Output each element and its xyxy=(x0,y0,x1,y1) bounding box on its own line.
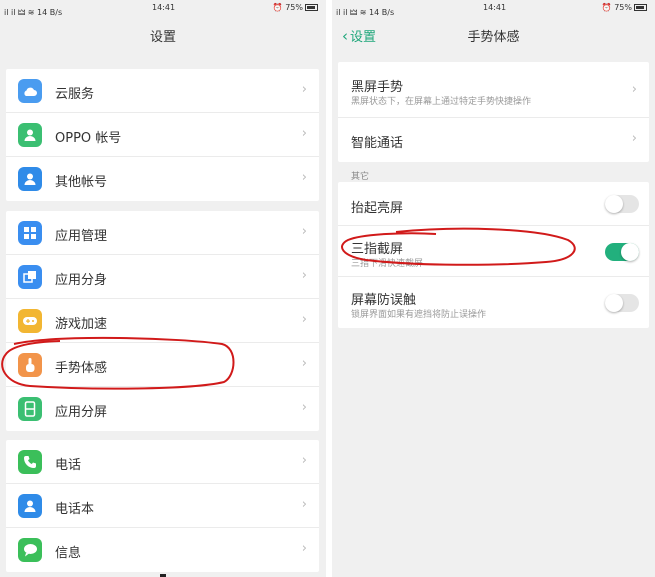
settings-item-app-clone[interactable]: 应用分身 › xyxy=(6,255,319,299)
page-title: 手势体感 xyxy=(467,30,520,45)
settings-item-oppo-account[interactable]: OPPO 帐号 › xyxy=(6,113,319,157)
setting-three-finger-screenshot[interactable]: 三指截屏 三指下滑快速截屏 xyxy=(338,226,649,277)
settings-item-split-screen[interactable]: 应用分屏 › xyxy=(6,387,319,431)
cloud-icon xyxy=(18,79,42,103)
settings-group-accounts: 云服务 › OPPO 帐号 › 其他帐号 › xyxy=(6,69,319,201)
settings-item-app-management[interactable]: 应用管理 › xyxy=(6,211,319,255)
battery-icon xyxy=(305,4,318,11)
account-icon xyxy=(18,167,42,191)
alarm-icon: ⏰ xyxy=(272,3,283,12)
gesture-group-other: 抬起亮屏 三指截屏 三指下滑快速截屏 屏幕防误触 锁屏界面如果有遮挡将防止误操作 xyxy=(338,182,649,328)
setting-raise-to-wake[interactable]: 抬起亮屏 xyxy=(338,182,649,226)
alarm-icon: ⏰ xyxy=(601,3,612,12)
app-grid-icon xyxy=(18,221,42,245)
battery-icon xyxy=(634,4,647,11)
toggle-knob xyxy=(605,195,623,213)
settings-group-apps: 应用管理 › 应用分身 › 游戏加速 › 手势体感 › 应用分屏 › xyxy=(6,211,319,431)
settings-item-game-boost[interactable]: 游戏加速 › xyxy=(6,299,319,343)
battery-indicator: ⏰ 75% xyxy=(602,3,647,12)
settings-item-label: 云服务 xyxy=(55,87,95,102)
setting-smart-call[interactable]: 智能通话 › xyxy=(338,118,649,162)
setting-label: 智能通话 xyxy=(351,136,404,151)
chevron-right-icon: › xyxy=(301,224,307,239)
settings-item-cloud[interactable]: 云服务 › xyxy=(6,69,319,113)
person-icon xyxy=(18,123,42,147)
settings-item-phone[interactable]: 电话 › xyxy=(6,440,319,484)
gesture-settings-screen: il il 🜲 ≋ 14 B/s 14:41 ⏰ 75% ‹ 设置 手势体感 黑屏… xyxy=(332,0,655,577)
chevron-right-icon: › xyxy=(301,541,307,556)
clone-icon xyxy=(18,265,42,289)
setting-description: 黑屏状态下，在屏幕上通过特定手势快捷操作 xyxy=(351,97,532,107)
chevron-right-icon: › xyxy=(631,131,637,146)
chevron-right-icon: › xyxy=(301,126,307,141)
contacts-icon xyxy=(18,494,42,518)
setting-label: 黑屏手势 xyxy=(351,80,404,95)
settings-group-communication: 电话 › 电话本 › 信息 › xyxy=(6,440,319,572)
battery-indicator: ⏰ 75% xyxy=(273,3,318,12)
chevron-right-icon: › xyxy=(301,356,307,371)
chevron-right-icon: › xyxy=(301,312,307,327)
message-icon xyxy=(18,538,42,562)
chevron-right-icon: › xyxy=(301,497,307,512)
settings-item-other-accounts[interactable]: 其他帐号 › xyxy=(6,157,319,201)
setting-accidental-touch-prevention[interactable]: 屏幕防误触 锁屏界面如果有遮挡将防止误操作 xyxy=(338,277,649,328)
toggle-knob xyxy=(605,294,623,312)
settings-item-label: 电话 xyxy=(55,458,82,473)
status-bar: il il 🜲 ≋ 14 B/s 14:41 ⏰ 75% xyxy=(332,0,655,17)
settings-item-label: 应用分身 xyxy=(55,273,108,288)
status-bar: il il 🜲 ≋ 14 B/s 14:41 ⏰ 75% xyxy=(0,0,326,17)
settings-item-gestures[interactable]: 手势体感 › xyxy=(6,343,319,387)
toggle-knob xyxy=(621,243,639,261)
raise-to-wake-toggle[interactable] xyxy=(605,195,639,213)
split-screen-icon xyxy=(18,397,42,421)
settings-item-label: 应用分屏 xyxy=(55,405,108,420)
chevron-right-icon: › xyxy=(301,170,307,185)
settings-item-label: 其他帐号 xyxy=(55,175,108,190)
page-title: 设置 xyxy=(149,30,176,45)
phone-icon xyxy=(18,450,42,474)
settings-item-label: 电话本 xyxy=(55,502,95,517)
settings-item-label: 游戏加速 xyxy=(55,317,108,332)
settings-item-label: OPPO 帐号 xyxy=(55,131,122,146)
status-time: 14:41 xyxy=(483,3,507,12)
accidental-touch-toggle[interactable] xyxy=(605,294,639,312)
setting-label: 屏幕防误触 xyxy=(351,293,417,308)
chevron-right-icon: › xyxy=(301,400,307,415)
three-finger-screenshot-toggle[interactable] xyxy=(605,243,639,261)
battery-percent: 75% xyxy=(614,3,632,12)
settings-item-label: 手势体感 xyxy=(55,361,108,376)
section-header-other: 其它 xyxy=(351,172,370,182)
chevron-right-icon: › xyxy=(631,82,637,97)
gamepad-icon xyxy=(18,309,42,333)
status-time: 14:41 xyxy=(152,3,176,12)
chevron-right-icon: › xyxy=(301,453,307,468)
setting-label: 三指截屏 xyxy=(351,242,404,257)
settings-item-messages[interactable]: 信息 › xyxy=(6,528,319,572)
settings-item-label: 应用管理 xyxy=(55,229,108,244)
chevron-right-icon: › xyxy=(301,268,307,283)
hand-gesture-icon xyxy=(18,353,42,377)
settings-item-label: 信息 xyxy=(55,546,82,561)
title-bar: 设置 xyxy=(0,16,326,52)
setting-description: 锁屏界面如果有遮挡将防止误操作 xyxy=(351,310,487,320)
chevron-right-icon: › xyxy=(301,82,307,97)
title-bar: ‹ 设置 手势体感 xyxy=(332,16,655,52)
settings-screen: il il 🜲 ≋ 14 B/s 14:41 ⏰ 75% 设置 云服务 › OP… xyxy=(0,0,326,577)
gesture-group-main: 黑屏手势 黑屏状态下，在屏幕上通过特定手势快捷操作 › 智能通话 › xyxy=(338,62,649,162)
setting-label: 抬起亮屏 xyxy=(351,201,404,216)
setting-screen-off-gestures[interactable]: 黑屏手势 黑屏状态下，在屏幕上通过特定手势快捷操作 › xyxy=(338,62,649,118)
setting-description: 三指下滑快速截屏 xyxy=(351,259,424,269)
battery-percent: 75% xyxy=(285,3,303,12)
settings-item-contacts[interactable]: 电话本 › xyxy=(6,484,319,528)
